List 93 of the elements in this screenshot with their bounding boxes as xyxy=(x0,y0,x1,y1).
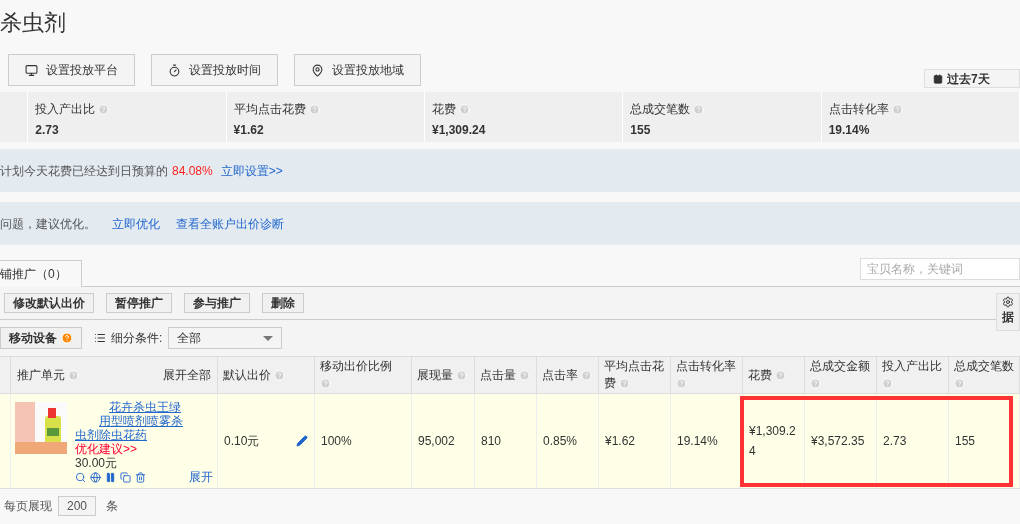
copy-icon[interactable] xyxy=(120,471,131,483)
stat-label: 投入产出比 xyxy=(35,101,96,118)
action-button[interactable]: 参与推广 xyxy=(184,293,250,313)
trash-icon[interactable] xyxy=(135,471,146,483)
help-icon xyxy=(891,103,903,115)
stat-value: 19.14% xyxy=(828,122,871,139)
price: 30.00元 xyxy=(75,456,119,470)
column-header: 展现量 xyxy=(417,366,468,384)
notice-text: 计划今天花费已经达到日预算的 xyxy=(0,162,168,180)
table-cell-text: 19.14% xyxy=(677,433,718,450)
tab[interactable]: 铺推广（0） xyxy=(0,260,82,287)
help-icon xyxy=(882,378,893,390)
table-cell-text: 100% xyxy=(321,433,352,450)
stat-value: 155 xyxy=(630,122,652,139)
notice-text: 问题，建议优化。 xyxy=(0,215,96,233)
monitor-icon xyxy=(25,63,38,77)
column-header: 总成交笔数 xyxy=(954,358,1014,392)
stat-value: ¥1.62 xyxy=(233,122,265,139)
setting-button[interactable]: 设置投放时间 xyxy=(151,54,278,86)
edit-icon[interactable] xyxy=(296,435,308,447)
search-field[interactable]: 宝贝名称，关键词 xyxy=(860,258,1020,280)
column-header: 花费 xyxy=(748,366,787,384)
table-cell-text: 155 xyxy=(955,433,976,450)
filter-label: 细分条件: xyxy=(111,330,163,347)
table-cell-text: ¥1.62 xyxy=(605,433,636,450)
date-range-button[interactable]: 过去7天 xyxy=(924,69,1020,88)
list-icon xyxy=(94,332,106,344)
column-header: 推广单元 xyxy=(17,367,65,384)
column-header: 默认出价 xyxy=(223,366,286,384)
help-icon xyxy=(954,378,965,390)
help-icon xyxy=(61,332,73,344)
notice-link[interactable]: 查看全账户出价诊断 xyxy=(176,214,284,233)
expand-link[interactable]: 展开 xyxy=(189,470,213,484)
notice-link[interactable]: 立即优化 xyxy=(112,214,160,233)
action-button[interactable]: 修改默认出价 xyxy=(4,293,94,313)
budget-percent: 84.08% xyxy=(172,162,213,180)
setting-button[interactable]: 设置投放平台 xyxy=(8,54,135,86)
table-cell-text: 2.73 xyxy=(883,433,907,450)
stat-value: 2.73 xyxy=(35,122,60,139)
help-icon xyxy=(274,369,286,381)
column-header: 总成交金额 xyxy=(810,358,871,392)
page-size-label: 每页展现 xyxy=(4,498,52,515)
table-cell-text: 95,002 xyxy=(418,433,455,450)
page-size-unit: 条 xyxy=(106,498,119,515)
device-button[interactable]: 移动设备 xyxy=(0,327,82,349)
calendar-icon xyxy=(933,73,943,84)
help-icon xyxy=(456,369,468,381)
filter-dropdown[interactable]: 全部 xyxy=(168,327,283,349)
help-icon xyxy=(775,369,787,381)
column-header: 点击转化率 xyxy=(676,358,737,392)
help-icon xyxy=(458,103,470,115)
product-title-link[interactable]: 花卉杀虫王绿 用型喷剂喷雾杀 虫剂除虫花药 xyxy=(75,400,213,442)
table-cell-text: 0.10元 xyxy=(224,433,260,450)
help-icon xyxy=(308,103,320,115)
settings-button[interactable]: 据 xyxy=(996,293,1020,331)
help-icon xyxy=(810,378,821,390)
table-cell-text: 810 xyxy=(481,433,502,450)
help-icon xyxy=(581,369,593,381)
column-header: 平均点击花费 xyxy=(604,358,665,392)
stat-label: 平均点击花费 xyxy=(233,101,306,118)
help-icon xyxy=(68,369,79,381)
set-now-link[interactable]: 立即设置>> xyxy=(220,161,283,180)
action-button[interactable]: 删除 xyxy=(262,293,304,313)
help-icon xyxy=(98,103,110,115)
column-header: 移动出价比例 xyxy=(320,358,406,392)
page-title: 杀虫剂 xyxy=(0,9,67,37)
stat-label: 点击转化率 xyxy=(828,101,889,118)
stat-label: 花费 xyxy=(431,101,456,118)
timer-icon xyxy=(168,63,181,77)
settings-icon xyxy=(1002,296,1014,308)
table-cell-text: ¥3,572.35 xyxy=(811,433,865,450)
map-pin-icon xyxy=(311,63,324,77)
search-icon[interactable] xyxy=(75,471,86,483)
stat-value: ¥1,309.24 xyxy=(431,122,487,139)
table-cell-text: ¥1,309.24 xyxy=(749,423,797,460)
setting-button[interactable]: 设置投放地域 xyxy=(294,54,421,86)
column-header: 点击率 xyxy=(542,366,593,384)
page-size-field[interactable]: 200 xyxy=(58,496,97,516)
pause-icon[interactable] xyxy=(105,471,116,483)
suggestion-link[interactable]: 优化建议>> xyxy=(75,442,213,456)
help-icon xyxy=(676,378,687,390)
expand-all-link[interactable]: 展开全部 xyxy=(163,366,211,384)
help-icon xyxy=(693,103,705,115)
table-cell-text: 0.85% xyxy=(543,433,578,450)
globe-icon[interactable] xyxy=(90,471,101,483)
action-button[interactable]: 暂停推广 xyxy=(106,293,172,313)
help-icon xyxy=(619,378,631,390)
column-header: 投入产出比 xyxy=(882,358,943,392)
help-icon xyxy=(519,369,531,381)
help-icon xyxy=(320,378,331,390)
stat-label: 总成交笔数 xyxy=(630,101,691,118)
caret-icon xyxy=(263,335,274,341)
column-header: 点击量 xyxy=(480,366,531,384)
